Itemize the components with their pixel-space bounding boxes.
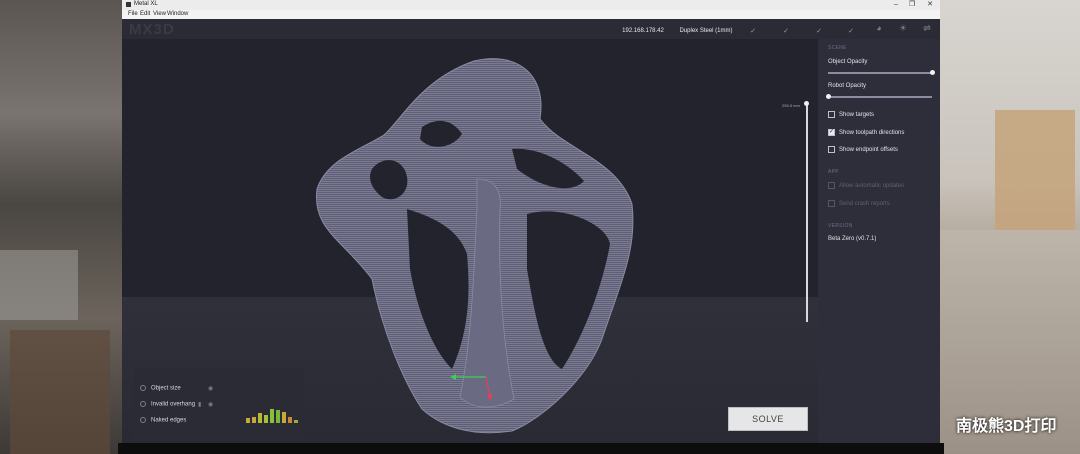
stats-caption xyxy=(242,372,243,377)
automatic-updates-checkbox[interactable]: Allow automatic updates xyxy=(828,182,904,189)
window-title: Metal XL xyxy=(134,1,158,7)
height-slider-knob[interactable] xyxy=(804,101,809,106)
histogram-bar xyxy=(246,418,250,423)
status-dot-icon xyxy=(140,401,146,407)
eye-icon[interactable]: ◉ xyxy=(208,385,213,392)
material-caption xyxy=(676,22,736,27)
robot-ip-caption xyxy=(616,22,670,27)
version-caption: VERSION xyxy=(828,223,853,229)
check-icon: ✓ xyxy=(783,28,789,35)
monitor-screen: Metal XL – ❐ ✕ File Edit View Window MX3… xyxy=(122,0,940,445)
eye-icon[interactable]: ◉ xyxy=(208,401,213,408)
height-slider-track[interactable] xyxy=(806,104,808,322)
version-value: Beta Zero (v0.7.1) xyxy=(828,236,877,242)
status-check-2: ✓ xyxy=(773,22,799,35)
menu-window[interactable]: Window xyxy=(167,11,188,17)
maximize-button[interactable]: ❐ xyxy=(904,0,920,10)
histogram-icon[interactable]: ▮ xyxy=(198,401,201,408)
minimize-button[interactable]: – xyxy=(888,0,904,10)
brightness-icon[interactable]: ☀ xyxy=(898,23,908,33)
menu-file[interactable]: File xyxy=(128,11,138,17)
status-check-4: ✓ xyxy=(838,22,864,35)
top-toolbar: MX3D 192.168.178.42 Duplex Steel (1mm) ✓… xyxy=(122,19,940,39)
check-invalid-overhang: Invalid overhang xyxy=(140,401,195,408)
robot-opacity-slider[interactable] xyxy=(828,96,932,98)
crash-reports-checkbox[interactable]: Send crash reports xyxy=(828,200,890,207)
monitor-bezel xyxy=(118,443,944,454)
status-dot-icon xyxy=(140,385,146,391)
validation-panel: Object size ◉ Invalid overhang ▮ ◉ Naked… xyxy=(134,369,304,441)
check-icon: ✓ xyxy=(750,28,756,35)
histogram-bar xyxy=(294,420,298,423)
histogram-bar xyxy=(276,410,280,423)
checks-caption xyxy=(156,372,157,377)
height-slider-label: 255.5 mm xyxy=(782,103,800,108)
app-logo: MX3D xyxy=(129,21,175,38)
3d-viewport[interactable]: 255.5 mm Object size ◉ Invalid overhang … xyxy=(122,39,818,445)
check-naked-edges: Naked edges xyxy=(140,417,186,424)
check-object-size: Object size xyxy=(140,385,181,392)
solve-button[interactable]: SOLVE xyxy=(728,407,808,431)
histogram-bar xyxy=(258,413,262,423)
material-value: Duplex Steel (1mm) xyxy=(679,28,733,34)
histogram-bar xyxy=(252,417,256,423)
robot-ip: 192.168.178.42 xyxy=(616,22,670,34)
check-icon: ✓ xyxy=(816,28,822,35)
menu-bar: File Edit View Window xyxy=(122,10,940,19)
app-icon xyxy=(126,2,131,7)
object-opacity-slider[interactable] xyxy=(828,72,932,74)
check-icon: ✓ xyxy=(848,28,854,35)
settings-sliders-icon[interactable]: ⇌ xyxy=(922,23,932,33)
object-opacity-knob[interactable] xyxy=(930,70,935,75)
watermark-text: 南极熊3D打印 xyxy=(956,418,1057,435)
menu-edit[interactable]: Edit xyxy=(140,11,150,17)
background-object xyxy=(0,250,78,320)
background-object xyxy=(10,330,110,454)
status-check-1: ✓ xyxy=(740,22,766,35)
pie-chart-icon[interactable]: ◕ xyxy=(874,23,884,33)
app-caption: APP xyxy=(828,169,839,175)
histogram-bar xyxy=(264,415,268,423)
show-endpoint-offsets-checkbox[interactable]: Show endpoint offsets xyxy=(828,146,898,153)
robot-opacity-knob[interactable] xyxy=(826,94,831,99)
close-button[interactable]: ✕ xyxy=(922,0,938,10)
robot-opacity-label: Robot Opacity xyxy=(828,83,867,89)
settings-sidebar: SCENE Object Opacity Robot Opacity Show … xyxy=(818,39,940,445)
background-photo-left xyxy=(0,0,122,454)
menu-view[interactable]: View xyxy=(153,11,166,17)
histogram-bar xyxy=(270,409,274,423)
object-opacity-label: Object Opacity xyxy=(828,59,868,65)
background-object xyxy=(995,110,1075,230)
status-check-3: ✓ xyxy=(806,22,832,35)
scene-caption: SCENE xyxy=(828,45,847,51)
background-photo-right xyxy=(940,0,1080,454)
status-dot-icon xyxy=(140,417,146,423)
show-toolpath-directions-checkbox[interactable]: ✓ Show toolpath directions xyxy=(828,129,904,136)
material-selector[interactable]: Duplex Steel (1mm) xyxy=(676,22,736,34)
histogram-bar xyxy=(282,412,286,423)
app-window: MX3D 192.168.178.42 Duplex Steel (1mm) ✓… xyxy=(122,19,940,445)
show-targets-checkbox[interactable]: Show targets xyxy=(828,111,874,118)
overhang-histogram xyxy=(246,405,302,423)
robot-ip-value: 192.168.178.42 xyxy=(622,28,664,34)
photo-scene: Metal XL – ❐ ✕ File Edit View Window MX3… xyxy=(0,0,1080,454)
window-titlebar: Metal XL – ❐ ✕ xyxy=(122,0,940,10)
histogram-bar xyxy=(288,417,292,423)
